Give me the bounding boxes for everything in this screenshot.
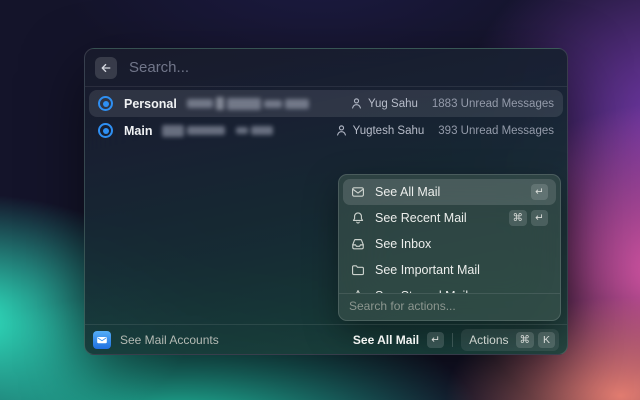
folder-icon (351, 263, 365, 277)
unread-count: 393 Unread Messages (438, 125, 554, 137)
inbox-icon (351, 237, 365, 251)
account-row-main[interactable]: Main Yugtesh Sahu 393 Unread Messages (89, 117, 563, 144)
menu-item-label: See Important Mail (375, 263, 480, 277)
account-list: Personal Yug Sahu 1883 Unread Messages M… (85, 87, 567, 147)
redacted-email (162, 125, 273, 137)
search-header (85, 49, 567, 87)
bell-icon (351, 211, 365, 225)
actions-popup: See All Mail ↵ See Recent Mail ⌘ ↵ See I… (338, 174, 561, 321)
actions-menu-list: See All Mail ↵ See Recent Mail ⌘ ↵ See I… (339, 175, 560, 293)
search-input[interactable] (129, 59, 557, 76)
return-key-badge: ↵ (427, 332, 444, 348)
footer-divider (452, 333, 453, 347)
mail-app-icon[interactable] (93, 331, 111, 349)
account-owner: Yugtesh Sahu (353, 125, 425, 137)
actions-button-label: Actions (469, 333, 508, 347)
footer-app-label: See Mail Accounts (120, 333, 219, 347)
menu-item-see-starred-mail[interactable]: See Starred Mail (343, 283, 556, 293)
actions-search-row (339, 293, 560, 318)
actions-search-input[interactable] (339, 299, 560, 313)
menu-item-see-all-mail[interactable]: See All Mail ↵ (343, 179, 556, 205)
unread-count: 1883 Unread Messages (432, 98, 554, 110)
menu-item-label: See Inbox (375, 237, 431, 251)
account-row-personal[interactable]: Personal Yug Sahu 1883 Unread Messages (89, 90, 563, 117)
return-key-badge: ↵ (531, 210, 548, 226)
arrow-left-icon (100, 62, 112, 74)
menu-item-see-inbox[interactable]: See Inbox (343, 231, 556, 257)
return-key-badge: ↵ (531, 184, 548, 200)
footer-bar: See Mail Accounts See All Mail ↵ Actions… (85, 324, 567, 354)
menu-item-label: See Recent Mail (375, 211, 467, 225)
person-icon (335, 124, 348, 137)
launcher-window: Personal Yug Sahu 1883 Unread Messages M… (84, 48, 568, 355)
menu-item-see-important-mail[interactable]: See Important Mail (343, 257, 556, 283)
footer-primary-action[interactable]: See All Mail (353, 333, 419, 347)
envelope-glyph-icon (96, 334, 108, 346)
back-button[interactable] (95, 57, 117, 79)
envelope-icon (351, 185, 365, 199)
menu-item-label: See All Mail (375, 185, 440, 199)
command-key-badge: ⌘ (509, 210, 528, 226)
command-key-badge: ⌘ (516, 332, 535, 348)
redacted-email (187, 97, 309, 110)
k-key-badge: K (538, 332, 555, 348)
menu-item-see-recent-mail[interactable]: See Recent Mail ⌘ ↵ (343, 205, 556, 231)
account-owner: Yug Sahu (368, 98, 418, 110)
account-name: Main (124, 124, 152, 138)
person-icon (350, 97, 363, 110)
actions-button[interactable]: Actions ⌘ K (461, 329, 559, 351)
account-radio-icon (98, 123, 113, 138)
account-name: Personal (124, 97, 177, 111)
account-radio-icon (98, 96, 113, 111)
